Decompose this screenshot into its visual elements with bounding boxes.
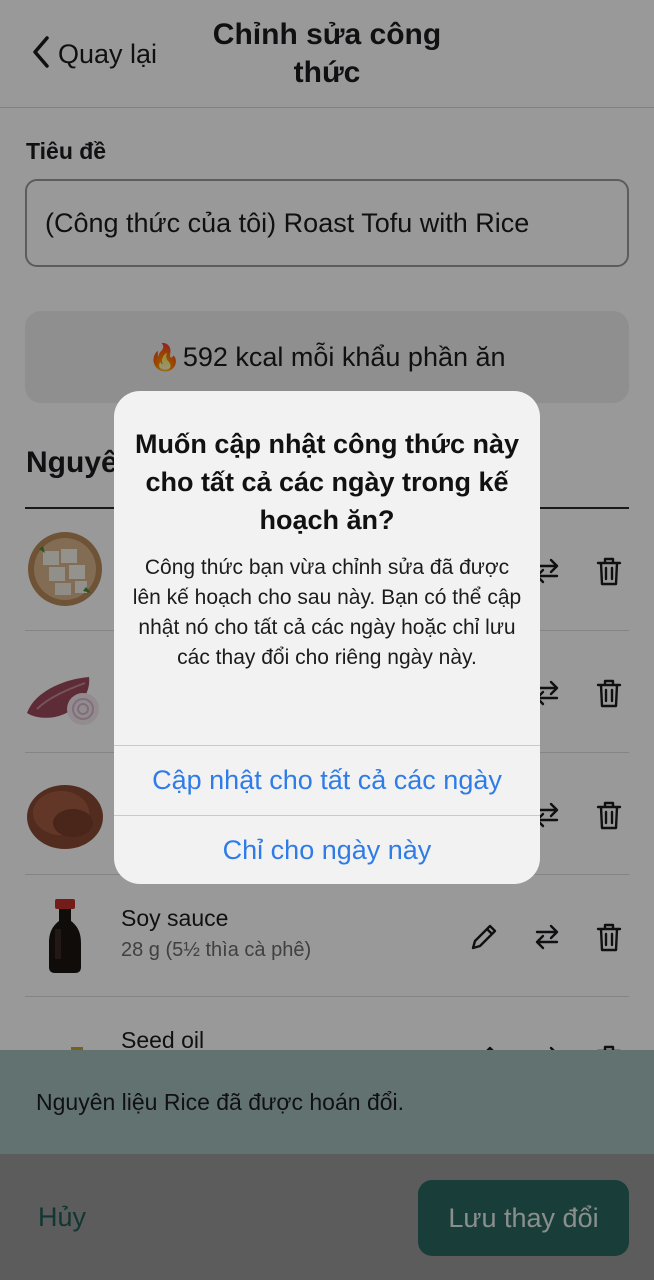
this-day-only-button[interactable]: Chỉ cho ngày này bbox=[114, 815, 540, 884]
dialog-title: Muốn cập nhật công thức này cho tất cả c… bbox=[134, 429, 520, 535]
dialog-message: Công thức bạn vừa chỉnh sửa đã được lên … bbox=[132, 556, 522, 669]
update-all-days-button[interactable]: Cập nhật cho tất cả các ngày bbox=[114, 745, 540, 815]
update-plan-dialog: Muốn cập nhật công thức này cho tất cả c… bbox=[114, 391, 540, 884]
